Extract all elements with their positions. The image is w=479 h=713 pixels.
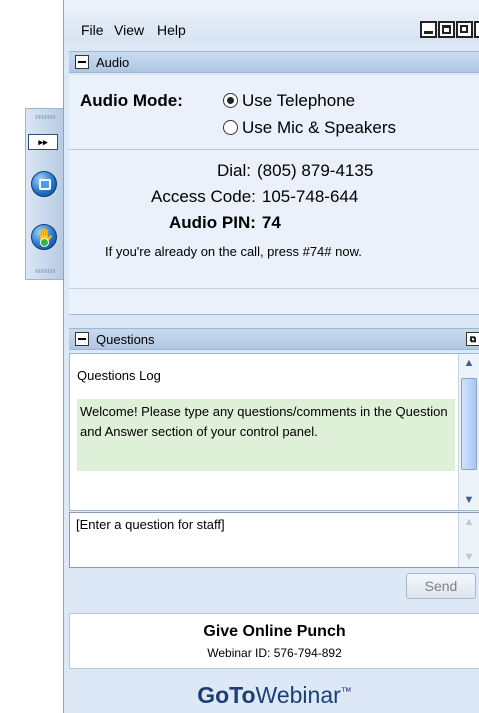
- scroll-thumb[interactable]: [461, 378, 477, 470]
- maximize-icon: [442, 25, 451, 34]
- toolbar-grip-handle[interactable]: [35, 115, 55, 119]
- webinar-id: Webinar ID: 576-794-892: [207, 646, 342, 660]
- webinar-title: Give Online Punch: [203, 623, 346, 640]
- send-button[interactable]: Send: [406, 573, 476, 599]
- access-code-value: 105-748-644: [261, 187, 359, 206]
- radio-telephone-label: Use Telephone: [242, 91, 356, 110]
- dial-value: (805) 879-4135: [257, 161, 374, 180]
- menu-view[interactable]: View: [114, 22, 144, 38]
- question-input[interactable]: [Enter a question for staff] ▲ ▼: [69, 512, 479, 568]
- scroll-up-icon[interactable]: ▲: [460, 355, 478, 372]
- questions-log: Questions Log Welcome! Please type any q…: [69, 353, 479, 511]
- access-code-row: Access Code: 105-748-644: [151, 187, 358, 207]
- input-scroll-up-icon[interactable]: ▲: [460, 514, 478, 531]
- webinar-info: Give Online Punch Webinar ID: 576-794-89…: [69, 613, 479, 669]
- side-toolbar: ▸▸ ✋: [25, 108, 63, 280]
- input-scroll-down-icon[interactable]: ▼: [460, 549, 478, 566]
- radio-use-telephone[interactable]: Use Telephone: [223, 91, 355, 111]
- audio-pin-label: Audio PIN:: [169, 213, 256, 232]
- welcome-message: Welcome! Please type any questions/comme…: [77, 399, 455, 471]
- radio-use-mic-speakers[interactable]: Use Mic & Speakers: [223, 118, 396, 138]
- logo-goto-text: GoTo: [197, 682, 256, 708]
- audio-section-body: Audio Mode: Use Telephone Use Mic & Spea…: [69, 75, 479, 315]
- audio-divider: [69, 149, 479, 150]
- radio-selected-icon[interactable]: [223, 93, 238, 108]
- minimize-icon: [424, 31, 433, 34]
- gotowebinar-logo: GoToWebinar™: [69, 672, 479, 713]
- question-input-placeholder: [Enter a question for staff]: [76, 517, 225, 532]
- audio-pin-row: Audio PIN: 74: [169, 213, 281, 233]
- show-screen-button[interactable]: [31, 171, 57, 197]
- collapse-questions-icon[interactable]: [75, 332, 89, 346]
- screen-icon: [39, 179, 51, 190]
- menu-bar: File View Help: [64, 0, 479, 42]
- question-input-scrollbar[interactable]: ▲ ▼: [458, 513, 479, 567]
- audio-section-header[interactable]: Audio: [69, 51, 479, 73]
- audio-hint: If you're already on the call, press #74…: [105, 244, 362, 259]
- menu-help[interactable]: Help: [157, 22, 186, 38]
- logo-trademark: ™: [340, 686, 352, 698]
- scroll-down-icon[interactable]: ▼: [460, 492, 478, 509]
- access-code-label: Access Code:: [151, 187, 256, 206]
- logo-webinar-text: Webinar: [255, 682, 341, 708]
- raise-hand-button[interactable]: ✋: [31, 224, 57, 250]
- radio-unselected-icon[interactable]: [223, 120, 238, 135]
- radio-mic-label: Use Mic & Speakers: [242, 118, 396, 137]
- close-button[interactable]: [474, 21, 479, 38]
- questions-log-title: Questions Log: [77, 368, 161, 383]
- minimize-button[interactable]: [420, 21, 437, 38]
- maximize-button[interactable]: [438, 21, 455, 38]
- audio-bottom-divider: [69, 288, 479, 289]
- dial-label: Dial:: [217, 161, 252, 180]
- menu-file[interactable]: File: [81, 22, 104, 38]
- window-controls: [419, 21, 479, 38]
- hand-status-dot: [40, 238, 49, 247]
- audio-pin-value: 74: [261, 213, 281, 232]
- collapse-audio-icon[interactable]: [75, 55, 89, 69]
- control-panel: File View Help Audio Audio Mode: Use Tel…: [63, 0, 479, 713]
- expand-panel-button[interactable]: ▸▸: [28, 134, 58, 150]
- questions-log-scrollbar[interactable]: ▲ ▼: [458, 354, 479, 510]
- audio-mode-label: Audio Mode:: [80, 91, 183, 110]
- questions-section-title: Questions: [96, 332, 155, 347]
- toolbar-grip-handle-bottom[interactable]: [35, 269, 55, 273]
- questions-popout-icon[interactable]: ⧉: [466, 332, 479, 346]
- audio-section-title: Audio: [96, 55, 130, 70]
- dial-row: Dial: (805) 879-4135: [217, 161, 373, 181]
- popout-button[interactable]: [456, 21, 473, 38]
- popout-icon: [460, 25, 468, 33]
- questions-section-header[interactable]: Questions ⧉: [69, 328, 479, 350]
